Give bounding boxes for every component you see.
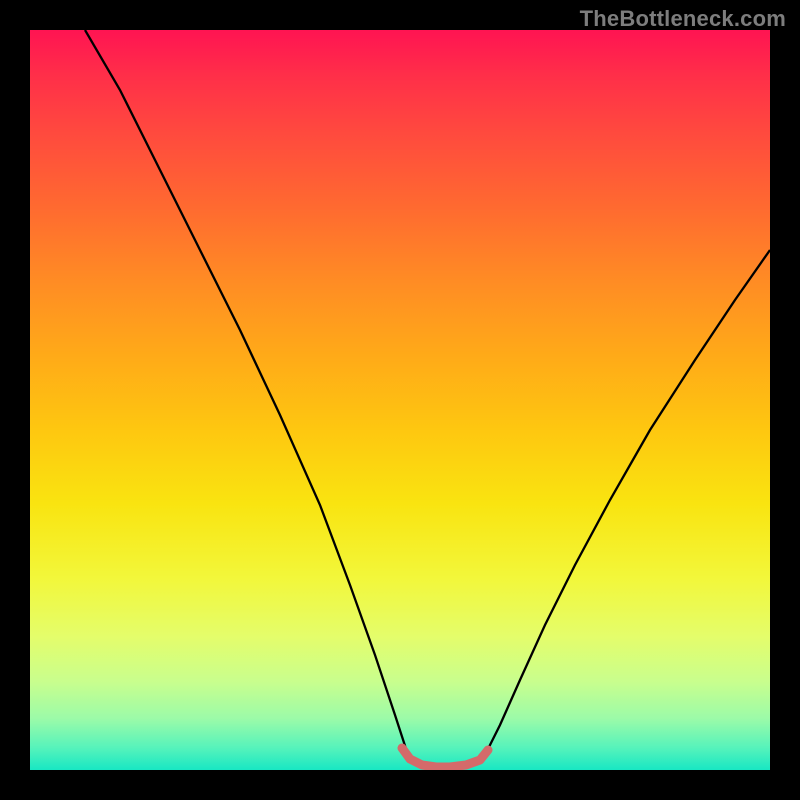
left-curve	[85, 30, 408, 755]
curve-layer	[30, 30, 770, 770]
valley-highlight	[402, 748, 488, 767]
right-curve	[485, 250, 770, 755]
watermark-text: TheBottleneck.com	[580, 6, 786, 32]
plot-area	[30, 30, 770, 770]
chart-frame: TheBottleneck.com	[0, 0, 800, 800]
